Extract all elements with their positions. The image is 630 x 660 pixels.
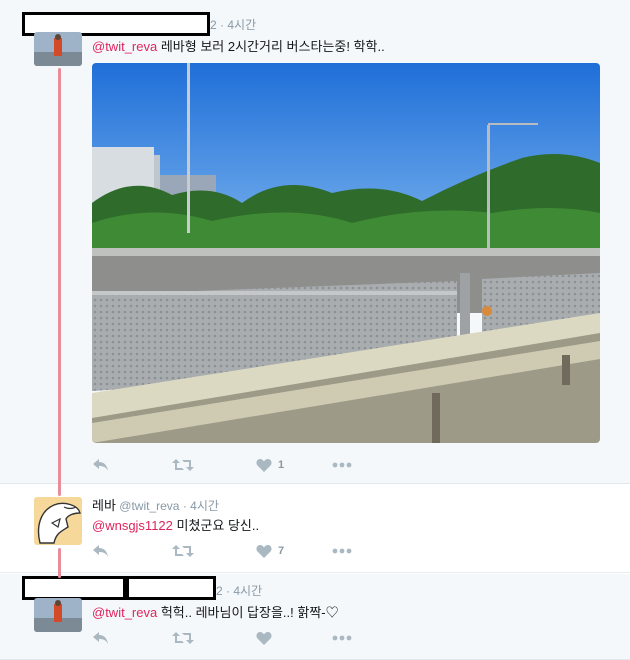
retweet-icon: [172, 632, 194, 644]
tweet-meta: 2 · 4시간: [216, 582, 262, 599]
more-button[interactable]: [332, 455, 352, 475]
more-button[interactable]: [332, 541, 352, 561]
mention-link[interactable]: @twit_reva: [92, 605, 157, 620]
thread-connector: [58, 68, 61, 496]
like-icon: [256, 545, 272, 558]
tweet-card[interactable]: 레바 @twit_reva · 4시간 @wnsgjs1122 미쳤군요 당신.…: [0, 485, 630, 573]
retweet-icon: [172, 459, 194, 471]
timestamp[interactable]: · 4시간: [226, 584, 262, 598]
timestamp[interactable]: · 4시간: [183, 499, 219, 513]
mention-link[interactable]: @wnsgjs1122: [92, 518, 173, 533]
handle-suffix: 2: [210, 18, 217, 32]
reply-button[interactable]: [92, 628, 110, 648]
avatar[interactable]: [34, 32, 82, 66]
like-button[interactable]: 1: [256, 455, 284, 475]
timestamp[interactable]: · 4시간: [220, 18, 256, 32]
tweet-actions: 7: [92, 541, 372, 561]
redacted-handle-bar: [126, 576, 216, 600]
tweet-card[interactable]: 2 · 4시간 @twit_reva 레바형 보러 2시간거리 버스타는중! 학…: [0, 0, 630, 484]
redacted-name-bar: [22, 576, 126, 600]
tweet-actions: 1: [92, 455, 372, 475]
reply-icon: [93, 545, 108, 557]
mention-link[interactable]: @twit_reva: [92, 39, 157, 54]
tweet-text: @twit_reva 헉헉.. 레바님이 답장을..! 핡짝-♡: [92, 602, 339, 621]
like-button[interactable]: [256, 628, 272, 648]
handle-suffix: 2: [216, 584, 223, 598]
tweet-text: @twit_reva 레바형 보러 2시간거리 버스타는중! 학학..: [92, 36, 385, 55]
retweet-button[interactable]: [172, 541, 194, 561]
retweet-button[interactable]: [172, 628, 194, 648]
reply-icon: [93, 459, 108, 471]
like-count: 1: [278, 459, 285, 471]
tweet-card[interactable]: 2 · 4시간 @twit_reva 헉헉.. 레바님이 답장을..! 핡짝-♡: [0, 574, 630, 660]
tweet-body: 미쳤군요 당신..: [172, 518, 260, 533]
tweet-text: @wnsgjs1122 미쳤군요 당신..: [92, 515, 259, 534]
display-name[interactable]: 레바: [92, 498, 116, 513]
tweet-photo[interactable]: [92, 63, 600, 443]
avatar[interactable]: [34, 497, 82, 545]
tweet-body: 레바형 보러 2시간거리 버스타는중! 학학..: [157, 39, 385, 54]
like-button[interactable]: 7: [256, 541, 284, 561]
like-icon: [256, 459, 272, 472]
reply-button[interactable]: [92, 541, 110, 561]
like-count: 7: [278, 545, 285, 557]
tweet-meta: 2 · 4시간: [210, 16, 256, 33]
reply-icon: [93, 632, 108, 644]
retweet-button[interactable]: [172, 455, 194, 475]
handle[interactable]: @twit_reva: [119, 499, 179, 513]
like-icon: [256, 632, 272, 645]
more-icon: [332, 635, 352, 641]
tweet-actions: [92, 628, 372, 648]
retweet-icon: [172, 545, 194, 557]
more-icon: [332, 462, 352, 468]
tweet-body: 헉헉.. 레바님이 답장을..! 핡짝-♡: [157, 605, 339, 620]
more-icon: [332, 548, 352, 554]
reply-button[interactable]: [92, 455, 110, 475]
tweet-meta: 레바 @twit_reva · 4시간: [92, 495, 219, 514]
thread-connector: [58, 548, 61, 578]
more-button[interactable]: [332, 628, 352, 648]
avatar[interactable]: [34, 598, 82, 632]
